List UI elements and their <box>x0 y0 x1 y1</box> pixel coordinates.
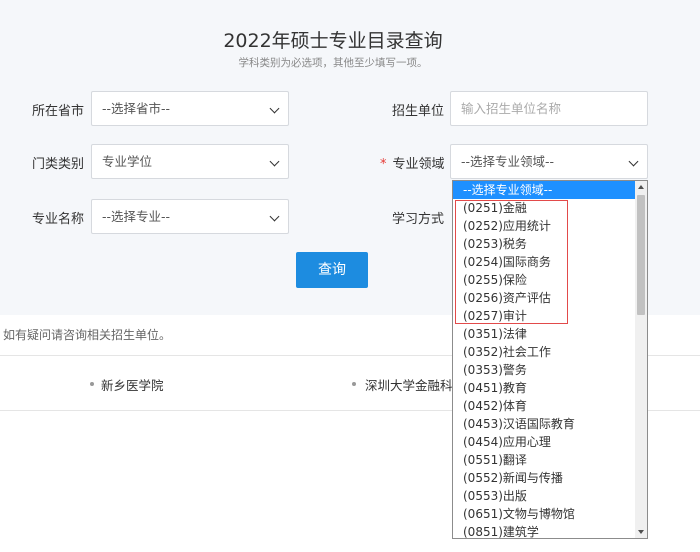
dropdown-option[interactable]: (0551)翻译 <box>453 451 636 469</box>
scroll-down-icon[interactable] <box>638 530 644 534</box>
dropdown-option[interactable]: (0651)文物与博物馆 <box>453 505 636 523</box>
province-select-value: --选择省市-- <box>102 101 171 116</box>
category-label: 门类类别 <box>32 157 85 172</box>
dropdown-option[interactable]: (0552)新闻与传播 <box>453 469 636 487</box>
school-link[interactable]: 深圳大学金融科 <box>365 375 453 394</box>
page-title: 2022年硕士专业目录查询 <box>223 30 443 52</box>
scroll-up-icon[interactable] <box>638 185 644 189</box>
page-subtitle: 学科类别为必选项，其他至少填写一项。 <box>238 57 428 69</box>
dropdown-option[interactable]: (0351)法律 <box>453 325 636 343</box>
category-select-value: 专业学位 <box>102 154 153 169</box>
dropdown-option[interactable]: (0553)出版 <box>453 487 636 505</box>
school-link[interactable]: 新乡医学院 <box>101 375 164 394</box>
school-input-placeholder: 输入招生单位名称 <box>461 101 562 116</box>
query-button[interactable]: 查询 <box>296 252 368 288</box>
school-input[interactable]: 输入招生单位名称 <box>450 91 648 126</box>
province-select[interactable]: --选择省市-- <box>91 91 289 126</box>
major-select-value: --选择专业-- <box>102 209 171 224</box>
dropdown-option[interactable]: (0452)体育 <box>453 397 636 415</box>
scroll-thumb[interactable] <box>637 195 645 315</box>
field-label: 专业领域 <box>392 157 445 172</box>
province-label: 所在省市 <box>32 104 85 119</box>
scrollbar[interactable] <box>635 181 647 538</box>
notice-text: 如有疑问请咨询相关招生单位。 <box>3 328 172 342</box>
required-mark: * <box>380 157 387 172</box>
dropdown-option[interactable]: (0851)建筑学 <box>453 523 636 538</box>
field-select[interactable]: --选择专业领域-- <box>450 144 648 179</box>
major-select[interactable]: --选择专业-- <box>91 199 289 234</box>
chevron-down-icon <box>628 156 639 167</box>
major-label: 专业名称 <box>32 212 85 227</box>
chevron-down-icon <box>269 156 280 167</box>
dropdown-option[interactable]: (0352)社会工作 <box>453 343 636 361</box>
chevron-down-icon <box>269 211 280 222</box>
bullet-icon <box>90 382 94 386</box>
dropdown-option[interactable]: (0453)汉语国际教育 <box>453 415 636 433</box>
study-mode-label: 学习方式 <box>392 212 445 227</box>
highlight-annotation <box>455 200 568 324</box>
category-select[interactable]: 专业学位 <box>91 144 289 179</box>
field-select-value: --选择专业领域-- <box>461 154 555 169</box>
dropdown-option[interactable]: (0451)教育 <box>453 379 636 397</box>
dropdown-option[interactable]: (0353)警务 <box>453 361 636 379</box>
bullet-icon <box>352 382 356 386</box>
school-label: 招生单位 <box>392 104 445 119</box>
field-label-wrap: * 专业领域 <box>380 153 445 172</box>
dropdown-option[interactable]: (0454)应用心理 <box>453 433 636 451</box>
chevron-down-icon <box>269 103 280 114</box>
dropdown-option[interactable]: --选择专业领域-- <box>453 181 636 199</box>
